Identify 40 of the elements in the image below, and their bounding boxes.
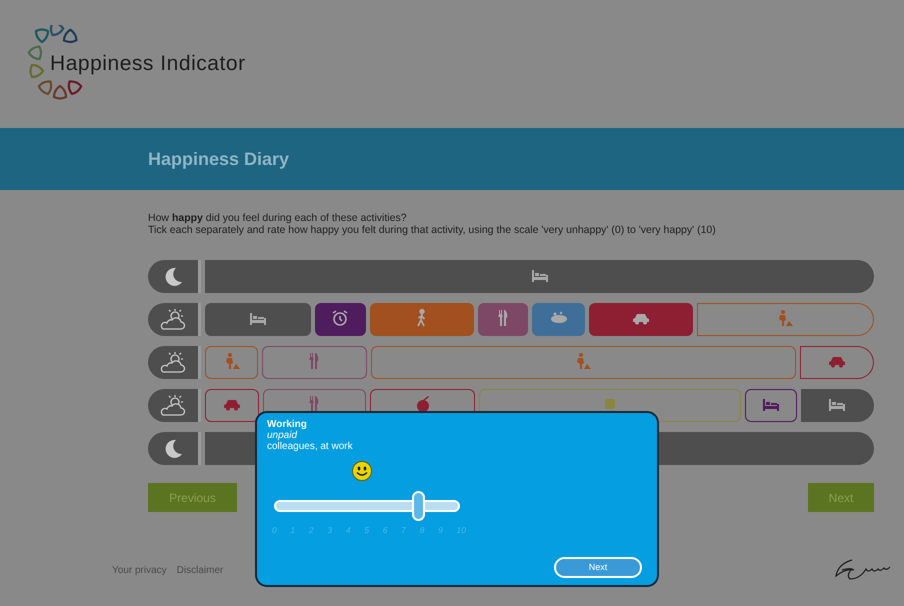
- footer-link[interactable]: Your privacy: [112, 562, 167, 578]
- dialog-subtitle: unpaid: [267, 430, 298, 441]
- app-title: Happiness Indicator: [50, 51, 246, 78]
- scale-label: 8: [420, 524, 424, 537]
- sun-cloud-icon: [158, 308, 188, 332]
- instruction-text: Tick each separately and rate how happy you felt during that activity, using the scale 'very unhappy' (0) to 'very happy' (10): [148, 224, 717, 236]
- instruction-text: How happy did you feel during each of these activities?: [148, 212, 408, 224]
- scale-label: 10: [456, 524, 466, 537]
- activity-block[interactable]: [205, 303, 311, 336]
- fork-knife-icon: [498, 310, 508, 326]
- activity-block[interactable]: [745, 389, 797, 422]
- dialog-next-button[interactable]: Next: [554, 556, 642, 578]
- banner-title: Happiness Diary: [148, 148, 290, 171]
- alarm-clock-icon: [330, 309, 350, 327]
- scale-label: 2: [308, 524, 314, 537]
- dialog-detail: colleagues, at work: [267, 441, 354, 452]
- sun-cloud-icon: [158, 350, 188, 374]
- dialog-title: Working: [267, 419, 308, 430]
- sun-cloud-icon: [158, 394, 188, 418]
- activity-block[interactable]: [532, 303, 585, 336]
- scale-label: 4: [346, 524, 351, 537]
- activity-block[interactable]: [478, 303, 528, 336]
- smiley-icon: [352, 461, 372, 481]
- scale-label: 0: [272, 524, 277, 537]
- scale-label: 9: [438, 524, 443, 537]
- activity-block[interactable]: [800, 389, 874, 422]
- rating-slider[interactable]: [274, 491, 460, 521]
- square-icon: [605, 399, 616, 409]
- activity-block[interactable]: [800, 346, 874, 379]
- activity-block[interactable]: [588, 303, 693, 336]
- fork-knife-icon: [309, 353, 320, 369]
- scale-label: 6: [382, 524, 388, 537]
- scale-label: 1: [290, 524, 296, 537]
- activity-block[interactable]: [314, 303, 366, 336]
- footer-link[interactable]: Disclaimer: [176, 562, 224, 578]
- scale-label: 5: [364, 524, 369, 537]
- activity-block[interactable]: [205, 389, 259, 422]
- slider-thumb[interactable]: [412, 491, 426, 521]
- scale-label: 7: [401, 524, 406, 537]
- scale-label: 3: [327, 524, 332, 537]
